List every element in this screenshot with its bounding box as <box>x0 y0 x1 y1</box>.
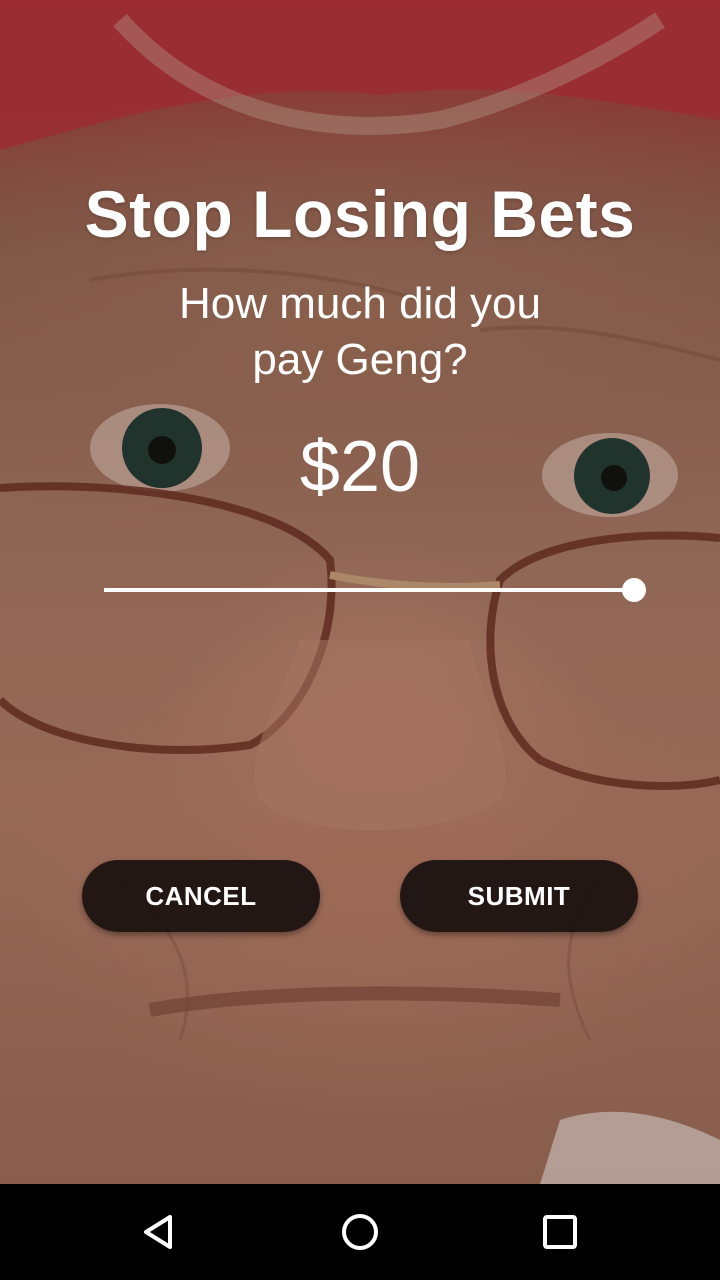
back-triangle-icon <box>144 1215 172 1249</box>
system-nav-bar <box>0 1184 720 1280</box>
question-line-2: pay Geng? <box>252 335 468 384</box>
slider-thumb[interactable] <box>622 578 646 602</box>
nav-recents-button[interactable] <box>532 1204 588 1260</box>
nav-back-button[interactable] <box>132 1204 188 1260</box>
amount-slider[interactable] <box>104 574 648 606</box>
cancel-button[interactable]: CANCEL <box>82 860 320 932</box>
amount-display: $20 <box>299 427 421 507</box>
slider-track[interactable] <box>104 588 634 592</box>
question-line-1: How much did you <box>179 279 541 328</box>
home-circle-icon <box>342 1214 378 1250</box>
nav-home-button[interactable] <box>332 1204 388 1260</box>
dialog-question: How much did you pay Geng? <box>0 276 720 388</box>
dialog-title: Stop Losing Bets <box>84 177 636 251</box>
app-screen: Stop Losing Bets How much did you pay Ge… <box>0 0 720 1280</box>
submit-button[interactable]: SUBMIT <box>400 860 638 932</box>
recents-square-icon <box>543 1215 577 1249</box>
